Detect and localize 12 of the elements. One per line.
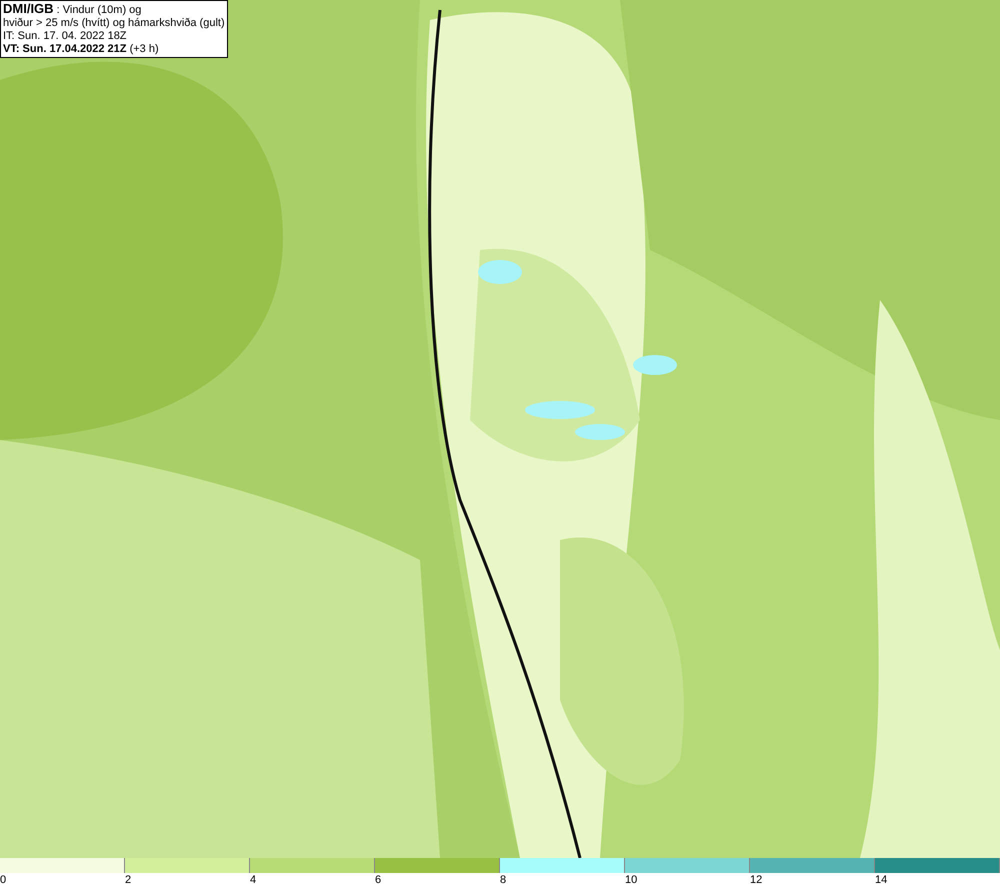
- info-text: VT: Sun. 17.04.2022 21Z (+3 h): [3, 43, 160, 56]
- legend-label: 0: [0, 873, 6, 887]
- legend-label: 14: [875, 873, 888, 887]
- legend-label: 2: [125, 873, 132, 887]
- info-text: hviður > 25 m/s (hvítt) og hámarkshviða (gult): [3, 17, 225, 30]
- legend-label: 4: [250, 873, 256, 887]
- legend-label: 12: [750, 873, 762, 887]
- legend-label: 10: [625, 873, 638, 887]
- legend-label: 8: [500, 873, 506, 887]
- info-text: IT: Sun. 17. 04. 2022 18Z: [3, 30, 128, 43]
- info-text: DMI/IGB : Vindur (10m) og: [3, 2, 142, 17]
- legend-label: 6: [375, 873, 382, 887]
